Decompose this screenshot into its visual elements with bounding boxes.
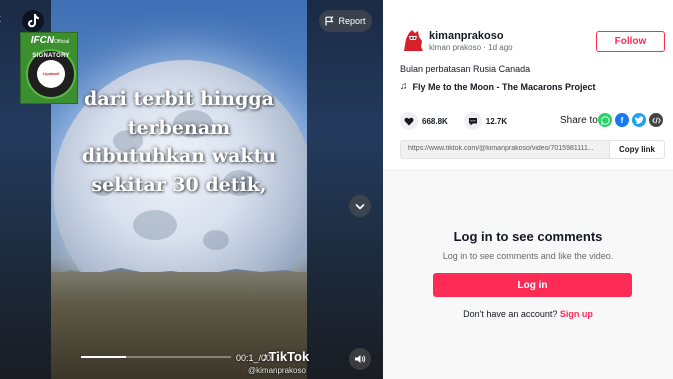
ifcn-signatory-badge: IFCNOfficial SIGNATORY Liputan6 xyxy=(20,32,78,104)
music-title: Fly Me to the Moon - The Macarons Projec… xyxy=(412,81,596,92)
signup-link[interactable]: Sign up xyxy=(560,309,593,319)
comment-button[interactable] xyxy=(463,112,482,130)
ifcn-signatory-text: SIGNATORY xyxy=(32,53,70,59)
ifcn-seal: SIGNATORY Liputan6 xyxy=(26,49,76,99)
like-count: 668.8K xyxy=(422,116,448,126)
facebook-share-icon[interactable]: f xyxy=(615,113,629,127)
speaker-icon xyxy=(355,355,366,363)
back-arrow-icon[interactable]: ‹ xyxy=(0,10,12,28)
author-meta: kiman prakoso · 1d ago xyxy=(429,43,513,52)
next-video-button[interactable] xyxy=(349,195,371,217)
twitter-share-icon[interactable] xyxy=(632,113,646,127)
author-username[interactable]: kimanprakoso xyxy=(429,30,504,42)
video-progress-bar[interactable] xyxy=(81,356,231,358)
video-caption-line-4: sekitar 30 detik, xyxy=(91,174,267,196)
login-button[interactable]: Log in xyxy=(433,273,632,297)
share-link-url[interactable]: https://www.tiktok.com/@kimanprakoso/vid… xyxy=(408,145,606,152)
post-caption: Bulan perbatasan Rusia Canada xyxy=(400,64,531,74)
chevron-down-icon xyxy=(355,203,365,210)
tiktok-watermark: ♪TikTok xyxy=(262,349,309,364)
signup-prompt: Don't have an account? Sign up xyxy=(383,309,673,319)
video-caption-line-3: dibutuhkan waktu xyxy=(81,145,277,167)
watermark-username: @kimanprakoso xyxy=(248,366,306,375)
music-note-icon: ♫ xyxy=(400,81,408,92)
comment-count: 12.7K xyxy=(485,116,508,126)
comments-section: Log in to see comments Log in to see com… xyxy=(383,170,673,379)
flag-icon xyxy=(325,16,335,26)
ifcn-org-logo: Liputan6 xyxy=(42,71,60,76)
volume-button[interactable] xyxy=(349,348,371,370)
like-button[interactable] xyxy=(400,112,418,130)
video-player[interactable]: dari terbit hingga terbenam dibutuhkan w… xyxy=(0,0,383,379)
copy-link-button[interactable]: Copy link xyxy=(609,141,664,158)
video-frame[interactable]: dari terbit hingga terbenam dibutuhkan w… xyxy=(51,0,307,379)
video-progress-fill xyxy=(81,356,126,358)
report-label: Report xyxy=(338,16,366,26)
video-caption-line-2: terbenam xyxy=(127,117,231,139)
whatsapp-share-icon[interactable] xyxy=(598,113,612,127)
tiktok-logo-icon[interactable] xyxy=(22,10,44,32)
engagement-stats: 668.8K 12.7K xyxy=(400,112,523,130)
ifcn-brand: IFCNOfficial xyxy=(30,35,70,46)
tiktok-video-page: dari terbit hingga terbenam dibutuhkan w… xyxy=(0,0,673,379)
comment-icon xyxy=(468,117,477,125)
signup-prompt-text: Don't have an account? xyxy=(463,309,558,319)
watermark-brand: TikTok xyxy=(268,349,310,364)
report-button[interactable]: Report xyxy=(319,10,372,32)
login-prompt-subtitle: Log in to see comments and like the vide… xyxy=(442,251,614,261)
follow-button[interactable]: Follow xyxy=(596,31,665,52)
share-label: Share to xyxy=(560,115,598,126)
share-link-box: https://www.tiktok.com/@kimanprakoso/vid… xyxy=(400,140,665,159)
avatar[interactable] xyxy=(400,27,426,53)
video-info-panel: kimanprakoso kiman prakoso · 1d ago Foll… xyxy=(383,0,673,379)
login-prompt-title: Log in to see comments xyxy=(453,229,603,244)
video-caption-line-1: dari terbit hingga xyxy=(84,88,274,110)
embed-code-icon[interactable] xyxy=(649,113,663,127)
heart-icon xyxy=(404,117,414,125)
music-link[interactable]: ♫ Fly Me to the Moon - The Macarons Proj… xyxy=(400,81,596,92)
